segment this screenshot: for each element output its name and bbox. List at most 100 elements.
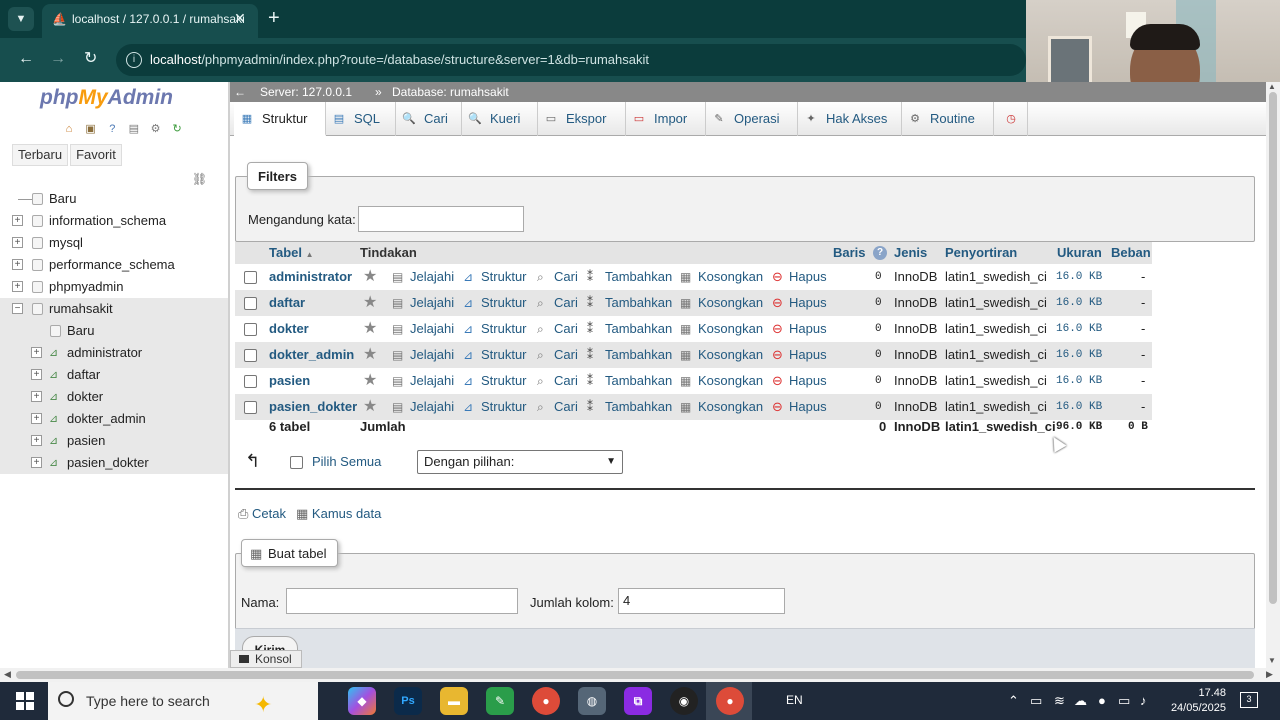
microphone-icon[interactable]: ●	[1098, 682, 1106, 720]
vertical-scroll-thumb[interactable]	[1269, 92, 1277, 604]
volume-icon[interactable]: ♪	[1140, 682, 1147, 720]
new-tab-button[interactable]: +	[268, 6, 280, 30]
tab-kueri[interactable]: 🔍 Kueri	[462, 102, 538, 136]
action-cari[interactable]: Cari	[554, 342, 578, 368]
tab-close-icon[interactable]: ✕	[234, 8, 246, 28]
battery-icon[interactable]: ▭	[1118, 682, 1130, 720]
row-size[interactable]: 16.0 KB	[1056, 264, 1102, 290]
link-icon[interactable]: ⛓	[192, 172, 207, 186]
expand-icon[interactable]: +	[31, 435, 42, 446]
home-icon[interactable]: ⌂	[62, 122, 76, 136]
data-dictionary-link[interactable]: ▦ Kamus data	[296, 505, 381, 523]
settings-icon[interactable]: ⚙	[149, 122, 163, 136]
action-tambahkan[interactable]: Tambahkan	[605, 316, 672, 342]
table-name-link[interactable]: dokter_admin	[269, 342, 354, 368]
vertical-scrollbar[interactable]: ▲ ▼	[1266, 82, 1280, 668]
reload-icon[interactable]: ↻	[84, 48, 97, 70]
taskbar-clock[interactable]: 17.48 24/05/2025	[1160, 686, 1226, 716]
action-hapus[interactable]: Hapus	[789, 290, 827, 316]
onedrive-icon[interactable]: ☁	[1074, 682, 1087, 720]
select-all-label[interactable]: Pilih Semua	[312, 454, 381, 469]
row-checkbox[interactable]	[244, 297, 257, 310]
favorite-star-icon[interactable]: ★	[363, 342, 377, 368]
action-jelajahi[interactable]: Jelajahi	[410, 264, 454, 290]
select-all-checkbox[interactable]	[290, 456, 303, 469]
action-hapus[interactable]: Hapus	[789, 368, 827, 394]
table-name-input[interactable]	[286, 588, 518, 614]
favorite-star-icon[interactable]: ★	[363, 368, 377, 394]
action-cari[interactable]: Cari	[554, 316, 578, 342]
action-jelajahi[interactable]: Jelajahi	[410, 316, 454, 342]
windows-start-icon[interactable]	[16, 692, 34, 710]
tab-struktur[interactable]: ▦ Struktur	[234, 102, 326, 136]
collapse-nav-icon[interactable]: ←	[234, 82, 246, 102]
scroll-down-arrow-icon[interactable]: ▼	[1268, 656, 1276, 665]
app-green-icon[interactable]: ✎	[486, 687, 514, 715]
help-icon[interactable]: ?	[105, 122, 119, 136]
action-jelajahi[interactable]: Jelajahi	[410, 290, 454, 316]
language-indicator[interactable]: EN	[786, 682, 803, 718]
tree-item-pasien[interactable]: + ⊿ pasien	[0, 430, 228, 452]
photoshop-icon[interactable]: Ps	[394, 687, 422, 715]
table-name-link[interactable]: dokter	[269, 316, 309, 342]
tab-ekspor[interactable]: ▭ Ekspor	[538, 102, 626, 136]
notification-center-icon[interactable]: 3	[1240, 692, 1258, 708]
tab-sql[interactable]: ▤ SQL	[326, 102, 396, 136]
expand-icon[interactable]: +	[31, 391, 42, 402]
action-tambahkan[interactable]: Tambahkan	[605, 342, 672, 368]
meet-icon[interactable]: ▭	[1030, 682, 1042, 720]
pdf-app-icon[interactable]: ⧉	[624, 687, 652, 715]
row-checkbox[interactable]	[244, 349, 257, 362]
action-jelajahi[interactable]: Jelajahi	[410, 368, 454, 394]
row-size[interactable]: 16.0 KB	[1056, 342, 1102, 368]
row-size[interactable]: 16.0 KB	[1056, 290, 1102, 316]
action-struktur[interactable]: Struktur	[481, 316, 527, 342]
row-checkbox[interactable]	[244, 271, 257, 284]
chrome-icon[interactable]: ●	[532, 687, 560, 715]
collapse-icon[interactable]: −	[12, 303, 23, 314]
tree-item-daftar[interactable]: + ⊿ daftar	[0, 364, 228, 386]
site-info-icon[interactable]: i	[126, 52, 142, 68]
tree-item-new[interactable]: Baru	[0, 188, 228, 210]
tab-hak-akses[interactable]: ✦ Hak Akses	[798, 102, 902, 136]
header-tabel[interactable]: Tabel ▲	[269, 242, 314, 266]
reload-nav-icon[interactable]: ↻	[170, 122, 184, 136]
action-cari[interactable]: Cari	[554, 290, 578, 316]
expand-icon[interactable]: +	[12, 215, 23, 226]
action-kosongkan[interactable]: Kosongkan	[698, 264, 763, 290]
favorite-star-icon[interactable]: ★	[363, 290, 377, 316]
action-struktur[interactable]: Struktur	[481, 342, 527, 368]
file-explorer-icon[interactable]: ▬	[440, 687, 468, 715]
expand-icon[interactable]: +	[31, 413, 42, 424]
help-icon[interactable]: ?	[873, 246, 887, 260]
tree-item-dokter-admin[interactable]: + ⊿ dokter_admin	[0, 408, 228, 430]
horizontal-scrollbar[interactable]: ◀ ▶	[0, 668, 1280, 682]
recent-button[interactable]: Terbaru	[12, 144, 69, 166]
scroll-right-arrow-icon[interactable]: ▶	[1266, 669, 1273, 680]
tab-events[interactable]: ◷	[994, 102, 1028, 136]
horizontal-scroll-thumb[interactable]	[16, 671, 1254, 679]
action-tambahkan[interactable]: Tambahkan	[605, 264, 672, 290]
header-baris[interactable]: Baris	[833, 242, 866, 264]
tab-routine[interactable]: ⚙ Routine	[902, 102, 994, 136]
favorite-star-icon[interactable]: ★	[363, 316, 377, 342]
row-checkbox[interactable]	[244, 401, 257, 414]
tree-item-performance-schema[interactable]: + performance_schema	[0, 254, 228, 276]
phpmyadmin-logo[interactable]: phpMyAdmin	[40, 86, 173, 110]
with-selected-dropdown[interactable]: Dengan pilihan: ▼	[417, 450, 623, 474]
action-kosongkan[interactable]: Kosongkan	[698, 368, 763, 394]
scroll-up-arrow-icon[interactable]: ▲	[1268, 82, 1276, 91]
action-jelajahi[interactable]: Jelajahi	[410, 342, 454, 368]
tree-item-pasien-dokter[interactable]: + ⊿ pasien_dokter	[0, 452, 228, 474]
tab-search-button[interactable]: ▼	[8, 7, 34, 31]
action-struktur[interactable]: Struktur	[481, 264, 527, 290]
favorite-star-icon[interactable]: ★	[363, 264, 377, 290]
expand-icon[interactable]: +	[12, 259, 23, 270]
header-ukuran[interactable]: Ukuran	[1057, 242, 1102, 264]
show-hidden-icons-icon[interactable]: ⌃	[1008, 682, 1019, 720]
breadcrumb-server[interactable]: Server: 127.0.0.1	[260, 82, 352, 102]
logout-icon[interactable]: ▣	[84, 122, 98, 136]
scroll-left-arrow-icon[interactable]: ◀	[4, 669, 11, 680]
tab-cari[interactable]: 🔍 Cari	[396, 102, 462, 136]
tab-operasi[interactable]: ✎ Operasi	[706, 102, 798, 136]
